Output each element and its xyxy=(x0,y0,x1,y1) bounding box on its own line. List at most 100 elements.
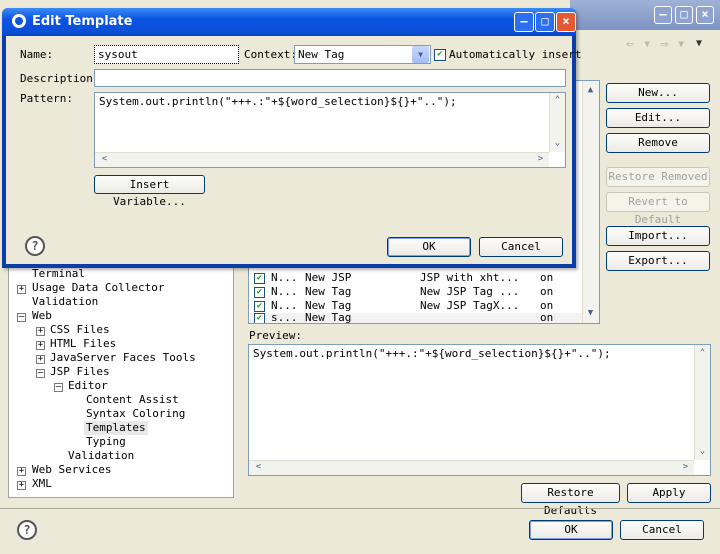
scroll-down-icon[interactable]: ▼ xyxy=(583,306,598,321)
scroll-left-icon[interactable]: < xyxy=(97,152,112,167)
new-template-button[interactable]: New... xyxy=(606,83,710,103)
row-auto: on xyxy=(540,271,554,284)
scroll-right-icon[interactable]: > xyxy=(678,460,693,475)
dialog-help-icon[interactable]: ? xyxy=(25,236,45,256)
context-select-value: New Tag xyxy=(298,48,345,61)
dialog-title: Edit Template xyxy=(32,14,133,29)
tree-item-templates[interactable]: Templates xyxy=(84,421,148,435)
gear-icon xyxy=(12,14,26,28)
minimize-button[interactable]: – xyxy=(654,6,672,24)
row-context: New Tag xyxy=(305,299,352,312)
templates-table-scrollbar[interactable] xyxy=(582,81,599,323)
insert-variable-button[interactable]: Insert Variable... xyxy=(94,175,205,208)
preview-text: System.out.println("+++.:"+${word_select… xyxy=(253,347,611,360)
separator xyxy=(0,508,720,509)
tree-collapse-icon[interactable]: – xyxy=(17,313,26,322)
apply-button[interactable]: Apply xyxy=(627,483,711,503)
tree-item-syntax-coloring[interactable]: Syntax Coloring xyxy=(86,407,185,421)
row-checkbox[interactable]: ✔ xyxy=(254,301,265,312)
edit-template-dialog: Edit Template – □ × Name: sysout Context… xyxy=(2,8,581,268)
tree-item-content-assist[interactable]: Content Assist xyxy=(86,393,179,407)
preview-vscrollbar[interactable] xyxy=(694,345,710,460)
tree-item-terminal[interactable]: Terminal xyxy=(32,267,85,281)
name-field[interactable]: sysout xyxy=(94,45,239,64)
edit-template-button[interactable]: Edit... xyxy=(606,108,710,128)
row-name: N... xyxy=(271,271,298,284)
row-checkbox[interactable]: ✔ xyxy=(254,287,265,298)
row-description: JSP with xht... xyxy=(420,271,520,284)
dialog-maximize-button[interactable]: □ xyxy=(535,12,555,32)
row-context: New JSP xyxy=(305,271,352,284)
cancel-button[interactable]: Cancel xyxy=(620,520,704,540)
row-description: New JSP TagX... xyxy=(420,299,520,312)
preview-label: Preview: xyxy=(249,329,302,342)
context-select[interactable]: New Tag xyxy=(294,45,431,64)
dialog-ok-button[interactable]: OK xyxy=(387,237,471,257)
tree-item-css-files[interactable]: CSS Files xyxy=(50,323,110,337)
tree-expand-icon[interactable]: + xyxy=(17,467,26,476)
tree-item-validation-jsp[interactable]: Validation xyxy=(68,449,134,463)
dialog-minimize-button[interactable]: – xyxy=(514,12,534,32)
pattern-text: System.out.println("+++.:"+${word_select… xyxy=(99,95,457,108)
help-icon[interactable]: ? xyxy=(17,520,37,540)
scroll-up-icon[interactable]: ▲ xyxy=(583,83,598,98)
import-button[interactable]: Import... xyxy=(606,226,710,246)
tree-expand-icon[interactable]: + xyxy=(36,355,45,364)
tree-expand-icon[interactable]: + xyxy=(17,481,26,490)
tree-item-jsp-files[interactable]: JSP Files xyxy=(50,365,110,379)
scroll-right-icon[interactable]: > xyxy=(533,152,548,167)
preview-hscrollbar[interactable] xyxy=(249,460,694,475)
forward-arrow-icon[interactable]: ⇒ ▾ xyxy=(660,36,685,52)
row-auto: on xyxy=(540,313,554,323)
scroll-up-icon[interactable]: ⌃ xyxy=(695,346,710,361)
maximize-button[interactable]: □ xyxy=(675,6,693,24)
table-row[interactable]: ✔ N... New Tag New JSP TagX... on xyxy=(250,299,582,313)
auto-insert-checkbox[interactable]: ✔ xyxy=(434,49,446,61)
context-label: Context: xyxy=(244,48,297,61)
tree-item-web[interactable]: Web xyxy=(32,309,52,323)
description-field[interactable] xyxy=(94,69,566,87)
description-label: Description: xyxy=(20,72,100,85)
row-context: New Tag xyxy=(305,313,352,323)
row-checkbox[interactable]: ✔ xyxy=(254,313,265,323)
tree-item-web-services[interactable]: Web Services xyxy=(32,463,111,477)
close-button[interactable]: × xyxy=(696,6,714,24)
tree-item-typing[interactable]: Typing xyxy=(86,435,126,449)
table-row[interactable]: ✔ N... New JSP JSP with xht... on xyxy=(250,271,582,285)
tree-item-usage-data-collector[interactable]: Usage Data Collector xyxy=(32,281,164,295)
tree-collapse-icon[interactable]: – xyxy=(36,369,45,378)
revert-to-default-button[interactable]: Revert to Default xyxy=(606,192,710,226)
tree-item-javaserver-faces-tools[interactable]: JavaServer Faces Tools xyxy=(50,351,196,365)
scroll-down-icon[interactable]: ⌄ xyxy=(550,136,565,151)
table-row[interactable]: ✔ s... New Tag on xyxy=(250,313,582,323)
remove-template-button[interactable]: Remove xyxy=(606,133,710,153)
scroll-up-icon[interactable]: ⌃ xyxy=(550,93,565,108)
tree-item-validation[interactable]: Validation xyxy=(32,295,98,309)
scroll-down-icon[interactable]: ⌄ xyxy=(695,444,710,459)
back-arrow-icon[interactable]: ⇐ ▾ xyxy=(626,36,651,52)
export-button[interactable]: Export... xyxy=(606,251,710,271)
pattern-hscrollbar[interactable] xyxy=(95,152,549,167)
tree-item-html-files[interactable]: HTML Files xyxy=(50,337,116,351)
name-label: Name: xyxy=(20,48,54,61)
scroll-left-icon[interactable]: < xyxy=(251,460,266,475)
tree-expand-icon[interactable]: + xyxy=(17,285,26,294)
tree-expand-icon[interactable]: + xyxy=(36,341,45,350)
dialog-cancel-button[interactable]: Cancel xyxy=(479,237,563,257)
dialog-close-button[interactable]: × xyxy=(556,12,576,32)
tree-item-editor[interactable]: Editor xyxy=(68,379,108,393)
row-auto: on xyxy=(540,285,554,298)
restore-defaults-button[interactable]: Restore Defaults xyxy=(521,483,620,517)
row-name: s... xyxy=(271,313,298,323)
ok-button[interactable]: OK xyxy=(529,520,613,540)
restore-removed-button[interactable]: Restore Removed xyxy=(606,167,710,187)
tree-expand-icon[interactable]: + xyxy=(36,327,45,336)
view-menu-icon[interactable]: ▼ xyxy=(696,38,702,49)
tree-item-xml[interactable]: XML xyxy=(32,477,52,491)
chevron-down-icon[interactable]: ▼ xyxy=(412,46,429,63)
row-context: New Tag xyxy=(305,285,352,298)
row-auto: on xyxy=(540,299,554,312)
tree-collapse-icon[interactable]: – xyxy=(54,383,63,392)
row-checkbox[interactable]: ✔ xyxy=(254,273,265,284)
table-row[interactable]: ✔ N... New Tag New JSP Tag ... on xyxy=(250,285,582,299)
